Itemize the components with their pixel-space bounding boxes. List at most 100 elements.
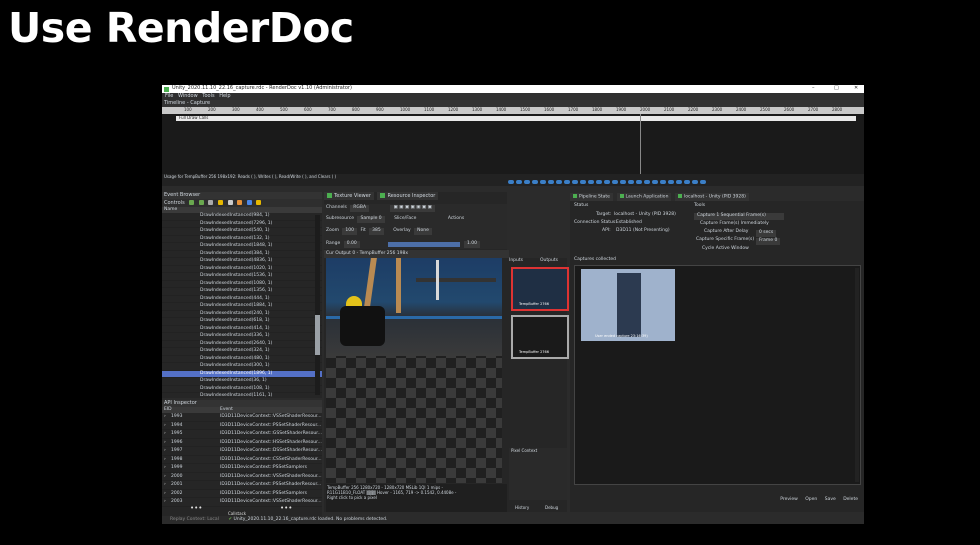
event-row[interactable]: DrawIndexedInstanced(108, 1) <box>162 386 322 393</box>
star-icon[interactable] <box>256 200 262 205</box>
tab-texture-viewer[interactable]: Texture Viewer <box>324 192 374 200</box>
event-row[interactable]: DrawIndexedInstanced(1896, 1) <box>162 370 322 378</box>
fit-button[interactable]: Fit <box>360 228 365 233</box>
timeline-tab[interactable]: Timeline - Capture <box>162 100 864 107</box>
api-row[interactable]: › 1994 ID3D11DeviceContext::PSSetShaderRes… <box>162 422 322 430</box>
expand-icon[interactable]: › <box>164 456 166 464</box>
channels-select[interactable]: RGBA <box>350 205 370 212</box>
channel-toggles[interactable]: ▣ ▣ ▣ ▣ ▣ ▣ ▣ <box>390 205 435 212</box>
tab-launch-application[interactable]: Launch Application <box>616 193 672 201</box>
event-row[interactable]: DrawIndexedInstanced(984, 1) <box>162 213 322 221</box>
event-row[interactable]: DrawIndexedInstanced(480, 1) <box>162 356 322 363</box>
api-row[interactable]: › 1998 ID3D11DeviceContext::CSSetShaderRes… <box>162 456 322 464</box>
maximize-button[interactable]: □ <box>834 86 839 91</box>
timeline-ruler[interactable]: 100 200 300 400 500 600 700 800 900 1000 1100 1200 1… <box>162 107 864 114</box>
event-row[interactable]: DrawIndexedInstanced(240, 1) <box>162 311 322 318</box>
overlay-select[interactable]: None <box>414 228 432 235</box>
event-row[interactable]: DrawIndexedInstanced(1356, 1) <box>162 288 322 296</box>
capture-specific-button[interactable]: Capture Specific Frame(s) <box>696 237 754 243</box>
replay-context[interactable]: Replay Context: Local <box>170 517 219 522</box>
go-forward-icon[interactable] <box>198 200 204 205</box>
api-row[interactable]: › 1999 ID3D11DeviceContext::PSSetSamplers <box>162 464 322 473</box>
output-tab[interactable]: Cur Output 0 - TempBuffer 256 198x <box>324 250 509 258</box>
frame-input[interactable]: Frame 0 <box>756 238 781 245</box>
event-row[interactable]: DrawIndexedInstanced(336, 1) <box>162 333 322 341</box>
api-more-left[interactable]: ••• <box>190 505 202 512</box>
captures-scrollbar[interactable] <box>855 268 859 482</box>
inputs-label[interactable]: Inputs <box>509 258 523 264</box>
tab-resource-inspector[interactable]: Resource Inspector <box>377 192 439 200</box>
timeline-row[interactable]: Full Draw Calls <box>176 116 856 121</box>
expand-icon[interactable]: › <box>164 413 166 421</box>
event-row[interactable]: DrawIndexedInstanced(618, 1) <box>162 318 322 326</box>
event-row[interactable]: DrawIndexedInstanced(7296, 1) <box>162 221 322 228</box>
event-row[interactable]: DrawIndexedInstanced(1020, 1) <box>162 266 322 273</box>
capture-now-button[interactable]: Capture Frame(s) Immediately <box>700 221 769 227</box>
event-row[interactable]: DrawIndexedInstanced(132, 1) <box>162 236 322 243</box>
thumbnail-selected[interactable]: TempBuffer 2766 <box>511 267 569 311</box>
debug-button[interactable]: Debug <box>545 506 558 510</box>
capture-count-select[interactable]: Capture 1 Sequential Frame(s) <box>694 213 784 220</box>
event-list-scrollbar[interactable] <box>315 215 320 395</box>
timeline-icon[interactable] <box>227 200 233 205</box>
api-row[interactable]: › 1995 ID3D11DeviceContext::GSSetShaderRes… <box>162 430 322 439</box>
expand-icon[interactable]: › <box>164 439 166 447</box>
tab-pipeline-state[interactable]: Pipeline State <box>570 193 613 201</box>
timeline-body[interactable]: Full Draw Calls <box>162 114 864 174</box>
expand-icon[interactable]: › <box>164 490 166 498</box>
expand-icon[interactable]: › <box>164 481 166 489</box>
range-max[interactable]: 1.00 <box>464 241 481 248</box>
expand-icon[interactable]: › <box>164 430 166 438</box>
event-row[interactable]: DrawIndexedInstanced(1080, 1) <box>162 281 322 288</box>
subresource-select[interactable]: Sample 0 <box>357 216 385 223</box>
menu-help[interactable]: Help <box>219 94 230 99</box>
range-min[interactable]: 0.00 <box>343 241 360 248</box>
expand-icon[interactable]: › <box>164 447 166 455</box>
event-row[interactable]: DrawIndexedInstanced(444, 1) <box>162 296 322 303</box>
go-back-icon[interactable] <box>189 200 195 205</box>
slice-label[interactable]: Slice/Face <box>394 216 416 221</box>
zoom-input[interactable]: 100 <box>342 228 358 235</box>
api-row[interactable]: › 2002 ID3D11DeviceContext::PSSetSamplers <box>162 490 322 498</box>
menu-window[interactable]: Window <box>178 94 198 99</box>
api-row[interactable]: › 2000 ID3D11DeviceContext::VSSetShaderRes… <box>162 473 322 481</box>
event-row[interactable]: DrawIndexedInstanced(1884, 1) <box>162 303 322 311</box>
expand-icon[interactable]: › <box>164 464 166 472</box>
range-slider[interactable] <box>388 242 460 247</box>
tab-localhost-unity[interactable]: localhost - Unity (PID 3928) <box>675 193 749 201</box>
api-row[interactable]: › 1993 ID3D11DeviceContext::VSSetShaderRes… <box>162 413 322 422</box>
pixel-context[interactable]: Pixel Context <box>509 448 567 500</box>
capture-thumbnail[interactable]: User ended capture 23:16:39) <box>581 269 675 341</box>
api-row[interactable]: › 2001 ID3D11DeviceContext::PSSetShaderRes… <box>162 481 322 490</box>
outputs-label[interactable]: Outputs <box>540 258 558 264</box>
api-row[interactable]: › 2003 ID3D11DeviceContext::VSSetShaderRes… <box>162 498 322 507</box>
capture-after-delay-button[interactable]: Capture After Delay <box>704 229 748 235</box>
expand-icon[interactable]: › <box>164 422 166 430</box>
texture-viewport[interactable] <box>326 258 502 483</box>
api-more-right[interactable]: ••• <box>280 505 292 512</box>
event-row[interactable]: DrawIndexedInstanced(324, 1) <box>162 348 322 356</box>
event-row[interactable]: DrawIndexedInstanced(414, 1) <box>162 326 322 333</box>
fit-value[interactable]: 385 <box>369 228 384 235</box>
event-row[interactable]: DrawIndexedInstanced(1848, 1) <box>162 243 322 251</box>
bookmark-icon[interactable] <box>218 200 224 205</box>
export-icon[interactable] <box>246 200 252 205</box>
captures-list[interactable]: User ended capture 23:16:39) <box>574 265 861 485</box>
delete-button[interactable]: Delete <box>843 497 858 502</box>
api-row[interactable]: › 1996 ID3D11DeviceContext::HSSetShaderRes… <box>162 439 322 447</box>
event-row[interactable]: DrawIndexedInstanced(540, 1) <box>162 228 322 236</box>
save-button[interactable]: Save <box>825 497 836 502</box>
event-row[interactable]: DrawIndexedInstanced(4836, 1) <box>162 258 322 266</box>
event-row[interactable]: DrawIndexedInstanced(2640, 1) <box>162 341 322 348</box>
timeline-current-marker[interactable] <box>640 114 641 174</box>
cycle-window-button[interactable]: Cycle Active Window <box>702 246 749 252</box>
api-row[interactable]: › 1997 ID3D11DeviceContext::DSSetShaderRes… <box>162 447 322 456</box>
find-icon[interactable] <box>208 200 214 205</box>
menu-file[interactable]: File <box>165 94 173 99</box>
expand-icon[interactable]: › <box>164 498 166 506</box>
close-button[interactable]: ✕ <box>854 86 858 91</box>
event-row[interactable]: DrawIndexedInstanced(1536, 1) <box>162 273 322 281</box>
open-button[interactable]: Open <box>805 497 817 502</box>
history-button[interactable]: History <box>515 506 529 510</box>
expand-icon[interactable]: › <box>164 473 166 481</box>
